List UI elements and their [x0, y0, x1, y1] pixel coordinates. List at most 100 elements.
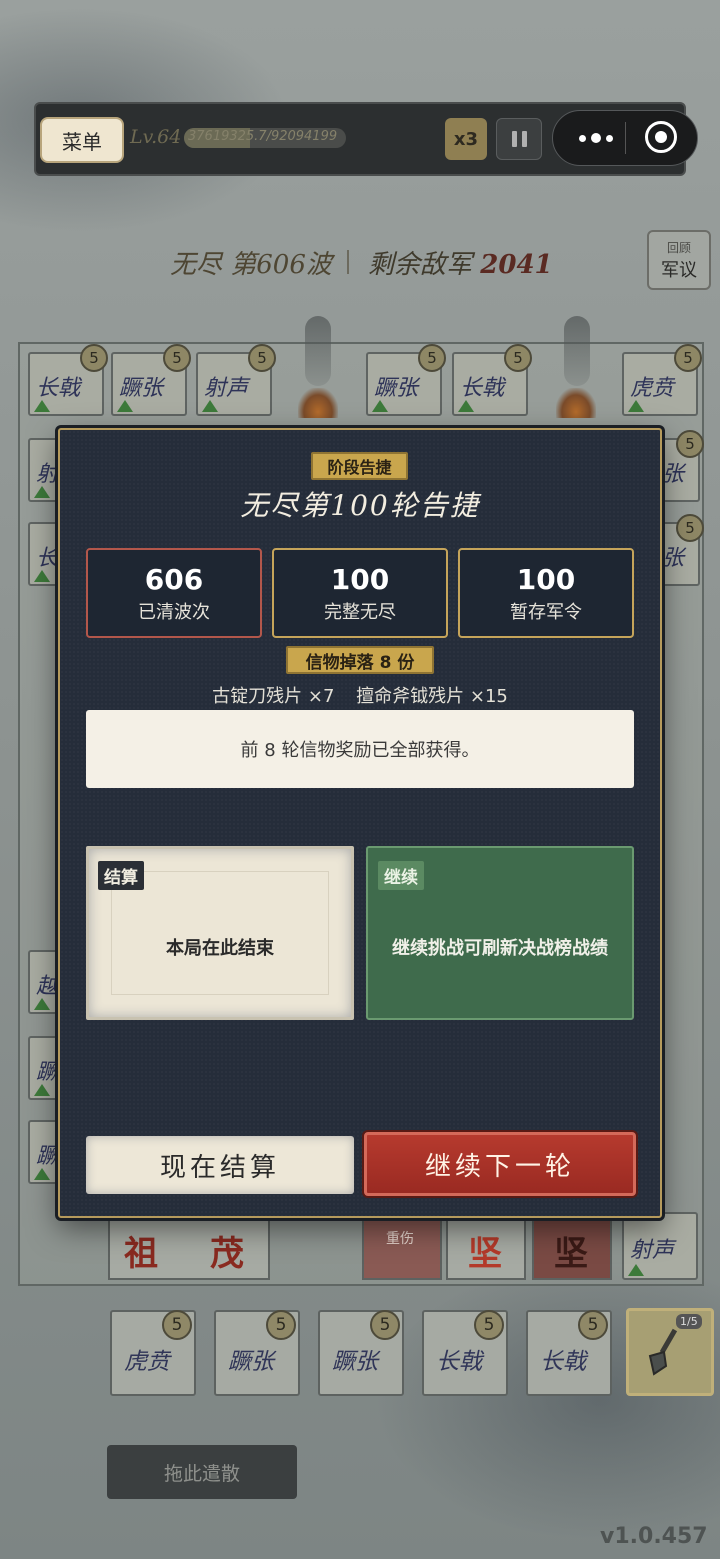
hand-card-name: 长戟 [436, 1349, 482, 1375]
upgrade-arrow-icon [628, 400, 644, 412]
settle-choice-text: 本局在此结束 [166, 938, 274, 959]
stat-value: 100 [516, 562, 576, 596]
hand-card[interactable]: 长戟 5 [526, 1310, 612, 1396]
campfire-icon [298, 388, 338, 418]
stat-label: 已清波次 [138, 601, 210, 623]
unit-name: 长 [36, 546, 59, 571]
shovel-count: 1/5 [676, 1314, 702, 1329]
upgrade-arrow-icon [34, 1084, 50, 1096]
review-label: 军议 [661, 259, 697, 281]
capsule-divider [625, 122, 626, 154]
wave-label: 无尽 第606波 [170, 250, 332, 280]
enemy-remaining: 剩余敌军 2041 [368, 244, 553, 281]
unit-name: 长戟 [460, 376, 505, 401]
speed-button[interactable]: x3 [445, 118, 487, 160]
unit-level-badge: 5 [80, 344, 108, 372]
hero-name-jian2: 坚 [554, 1234, 588, 1274]
hand-card[interactable]: 蹶张 5 [318, 1310, 404, 1396]
hero-tile-jian[interactable]: 坚 [446, 1212, 526, 1280]
hero-tile-zumao[interactable]: 祖 茂 [108, 1212, 270, 1280]
upgrade-arrow-icon [202, 400, 218, 412]
drop-items: 古锭刀残片 ×7 擅命斧钺残片 ×15 [0, 682, 720, 708]
drop-item: 擅命斧钺残片 ×15 [356, 686, 508, 707]
review-small-label: 回顾 [666, 240, 691, 255]
unit-level-badge: 5 [504, 344, 532, 372]
campfire-icon [556, 388, 596, 418]
unit-name: 蹶 [36, 1060, 59, 1085]
discard-drop-zone[interactable]: 拖此遣散 [107, 1445, 297, 1499]
hero-name-zu: 祖 [124, 1234, 158, 1274]
unit-tile[interactable]: 蹶张 5 [111, 344, 191, 416]
settle-choice-tag: 结算 [98, 861, 144, 890]
drop-badge: 信物掉落 8 份 [286, 646, 434, 674]
upgrade-arrow-icon [458, 400, 474, 412]
close-miniprogram-icon[interactable] [645, 121, 677, 153]
unit-name: 越 [36, 974, 59, 999]
review-council-button[interactable]: 回顾 军议 [647, 230, 711, 290]
upgrade-arrow-icon [34, 998, 50, 1010]
pause-button[interactable] [496, 118, 542, 160]
next-round-button[interactable]: 继续下一轮 [364, 1132, 636, 1196]
unit-tile[interactable]: 蹶张 5 [366, 344, 446, 416]
drop-item: 古锭刀残片 ×7 [212, 686, 335, 707]
hand-card-level: 5 [578, 1310, 608, 1340]
modal-title: 无尽第100轮告捷 [240, 489, 480, 522]
upgrade-arrow-icon [628, 1264, 644, 1276]
unit-tile[interactable]: 虎贲 5 [622, 344, 702, 416]
hand-card-name: 长戟 [540, 1349, 586, 1375]
unit-name: 虎贲 [630, 376, 675, 401]
more-options-icon[interactable] [566, 110, 626, 166]
hand-card-name: 蹶张 [228, 1349, 274, 1375]
unit-tile[interactable]: 长戟 5 [452, 344, 532, 416]
upgrade-arrow-icon [34, 1168, 50, 1180]
continue-choice-text: 继续挑战可刷新决战榜战绩 [392, 938, 608, 959]
wave-divider [347, 250, 349, 274]
upgrade-arrow-icon [372, 400, 388, 412]
hand-card[interactable]: 蹶张 5 [214, 1310, 300, 1396]
unit-name: 射声 [630, 1238, 675, 1263]
upgrade-arrow-icon [117, 400, 133, 412]
unit-name: 射声 [204, 376, 249, 401]
hand-card[interactable]: 虎贲 5 [110, 1310, 196, 1396]
menu-button[interactable]: 菜单 [40, 117, 124, 163]
stat-waves-cleared: 606 已清波次 [86, 548, 262, 638]
hand-card-level: 5 [370, 1310, 400, 1340]
hand-card[interactable]: 长戟 5 [422, 1310, 508, 1396]
stat-value: 100 [330, 562, 390, 596]
hero-name-mao: 茂 [210, 1234, 244, 1274]
stat-label: 完整无尽 [324, 601, 396, 623]
unit-name: 张 [662, 546, 685, 571]
unit-name: 蹶张 [374, 376, 419, 401]
unit-level-badge: 5 [248, 344, 276, 372]
hand-card-name: 蹶张 [332, 1349, 378, 1375]
level-label: Lv.64 [130, 126, 182, 148]
stat-stored-orders: 100 暂存军令 [458, 548, 634, 638]
reward-notice: 前 8 轮信物奖励已全部获得。 [86, 710, 634, 788]
injured-tile[interactable]: 重伤 [362, 1212, 442, 1280]
shovel-icon [648, 1328, 678, 1376]
unit-level-badge: 5 [676, 430, 704, 458]
stat-label: 暂存军令 [510, 601, 582, 623]
unit-level-badge: 5 [163, 344, 191, 372]
unit-tile[interactable]: 射声 5 [196, 344, 276, 416]
stage-badge: 阶段告捷 [311, 452, 408, 480]
enemy-label: 剩余敌军 [368, 250, 473, 280]
injury-label: 重伤 [386, 1231, 414, 1247]
hand-card-level: 5 [162, 1310, 192, 1340]
unit-tile[interactable]: 长戟 5 [28, 344, 108, 416]
hero-tile-jian2[interactable]: 坚 [532, 1212, 612, 1280]
upgrade-arrow-icon [34, 400, 50, 412]
unit-tile[interactable]: 射声 [622, 1212, 698, 1280]
unit-level-badge: 5 [674, 344, 702, 372]
xp-text: 37619325.7/92094199 [188, 129, 338, 144]
enemy-count: 2041 [480, 250, 553, 280]
stat-value: 606 [144, 562, 204, 596]
settle-now-button[interactable]: 现在结算 [86, 1136, 354, 1194]
upgrade-arrow-icon [34, 570, 50, 582]
hand-card-level: 5 [474, 1310, 504, 1340]
unit-name: 蹶 [36, 1144, 59, 1169]
stat-full-endless: 100 完整无尽 [272, 548, 448, 638]
smoke-icon [564, 316, 590, 386]
unit-name: 蹶张 [119, 376, 164, 401]
hand-card-name: 虎贲 [124, 1349, 170, 1375]
